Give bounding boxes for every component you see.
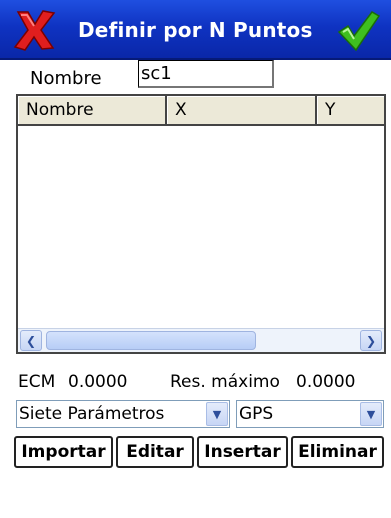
import-button[interactable]: Importar bbox=[14, 436, 113, 468]
source-dropdown[interactable]: GPS ▼ bbox=[236, 400, 384, 428]
scroll-left-button[interactable]: ❮ bbox=[20, 330, 42, 351]
insert-button[interactable]: Insertar bbox=[197, 436, 288, 468]
column-header-y[interactable]: Y bbox=[317, 96, 384, 126]
max-residual-value: 0.0000 bbox=[296, 372, 356, 392]
name-label: Nombre bbox=[30, 68, 102, 89]
transform-type-dropdown[interactable]: Siete Parámetros ▼ bbox=[16, 400, 230, 428]
name-row: Nombre bbox=[0, 60, 391, 92]
horizontal-scrollbar[interactable]: ❮ ❯ bbox=[18, 328, 384, 352]
table-header: Nombre X Y bbox=[18, 96, 384, 126]
red-x-icon bbox=[13, 10, 56, 51]
column-header-x[interactable]: X bbox=[167, 96, 317, 126]
max-residual-label: Res. máximo bbox=[170, 372, 280, 392]
ecm-label: ECM bbox=[18, 372, 56, 392]
transform-type-value: Siete Parámetros bbox=[19, 404, 165, 424]
points-table[interactable]: Nombre X Y ❮ ❯ bbox=[16, 94, 386, 354]
ok-button[interactable] bbox=[336, 8, 382, 54]
scrollbar-thumb[interactable] bbox=[46, 331, 256, 350]
close-button[interactable] bbox=[12, 8, 58, 52]
edit-button[interactable]: Editar bbox=[116, 436, 194, 468]
chevron-down-icon[interactable]: ▼ bbox=[360, 402, 382, 426]
green-check-icon bbox=[337, 11, 381, 52]
chevron-left-icon: ❮ bbox=[25, 333, 37, 348]
source-value: GPS bbox=[239, 404, 274, 424]
chevron-down-icon[interactable]: ▼ bbox=[206, 402, 228, 426]
chevron-right-icon: ❯ bbox=[365, 333, 377, 348]
column-header-nombre[interactable]: Nombre bbox=[18, 96, 167, 126]
window-title: Definir por N Puntos bbox=[78, 18, 313, 42]
name-input[interactable] bbox=[138, 60, 274, 88]
delete-button[interactable]: Eliminar bbox=[291, 436, 384, 468]
ecm-value: 0.0000 bbox=[68, 372, 128, 392]
scroll-right-button[interactable]: ❯ bbox=[360, 330, 382, 351]
title-bar: Definir por N Puntos bbox=[0, 0, 391, 60]
